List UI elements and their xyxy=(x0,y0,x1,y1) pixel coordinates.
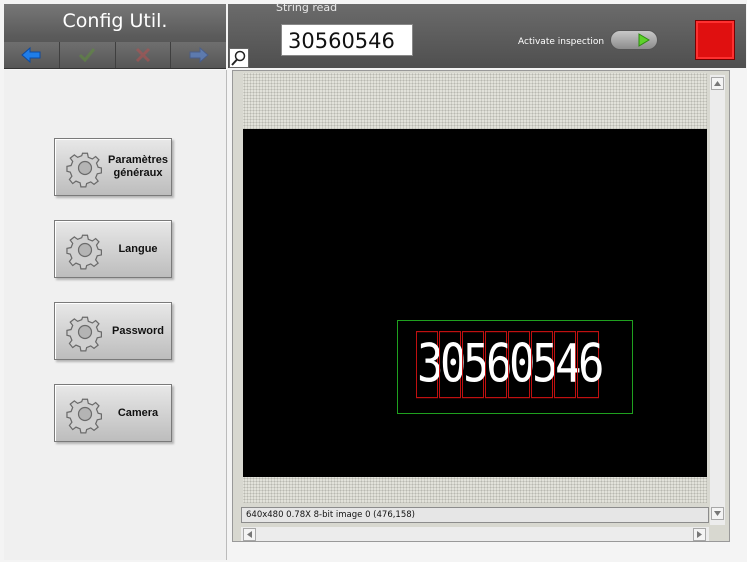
language-button[interactable]: Langue xyxy=(54,220,172,278)
arrow-right-icon xyxy=(697,531,702,538)
ocr-char: 5 xyxy=(462,331,490,399)
ocr-char: 3 xyxy=(416,331,444,399)
ocr-region-box[interactable]: 3 0 5 6 0 5 4 6 xyxy=(397,320,633,414)
back-button[interactable] xyxy=(4,42,60,68)
viewer-background-top xyxy=(243,73,707,129)
menu-label: Langue xyxy=(118,242,158,255)
status-indicator xyxy=(695,20,735,60)
magnifier-icon xyxy=(231,50,246,66)
menu-label: Paramètres généraux xyxy=(108,154,168,179)
gear-icon xyxy=(66,234,103,270)
ocr-char: 0 xyxy=(508,331,536,399)
arrow-down-icon xyxy=(714,511,721,516)
ocr-characters: 3 0 5 6 0 5 4 6 xyxy=(416,331,605,399)
forward-button[interactable] xyxy=(171,42,226,68)
scroll-left-button[interactable] xyxy=(243,528,256,541)
ocr-char: 6 xyxy=(577,331,605,399)
left-panel: Paramètres généraux Langue Password Came… xyxy=(4,70,227,560)
back-arrow-icon xyxy=(21,46,41,64)
close-x-icon xyxy=(135,47,150,63)
camera-image[interactable]: 3 0 5 6 0 5 4 6 xyxy=(243,129,707,477)
string-read-label: String read xyxy=(276,1,338,14)
arrow-left-icon xyxy=(247,531,252,538)
horizontal-scrollbar[interactable] xyxy=(241,527,709,541)
string-read-field: 30560546 xyxy=(281,24,413,56)
gear-icon xyxy=(66,152,103,188)
ocr-char: 4 xyxy=(554,331,582,399)
scroll-up-button[interactable] xyxy=(711,77,724,90)
confirm-button[interactable] xyxy=(59,42,116,68)
password-button[interactable]: Password xyxy=(54,302,172,360)
play-icon xyxy=(638,33,650,47)
gear-icon xyxy=(66,398,103,434)
general-settings-button[interactable]: Paramètres généraux xyxy=(54,138,172,196)
activate-inspection-toggle[interactable] xyxy=(610,30,658,50)
forward-arrow-icon xyxy=(189,46,209,64)
scroll-down-button[interactable] xyxy=(711,507,724,520)
ocr-char: 0 xyxy=(439,331,467,399)
ocr-char: 6 xyxy=(485,331,513,399)
vertical-scrollbar[interactable] xyxy=(710,75,725,525)
image-status-bar: 640x480 0.78X 8-bit image 0 (476,158) xyxy=(241,507,709,523)
ocr-char: 5 xyxy=(531,331,559,399)
activate-inspection-label: Activate inspection xyxy=(518,37,605,47)
zoom-button[interactable] xyxy=(229,48,249,68)
left-header: Config Util. xyxy=(4,4,226,69)
image-viewer[interactable]: 3 0 5 6 0 5 4 6 640x480 0.78X 8-bit imag… xyxy=(232,70,730,542)
top-bar: String read 30560546 Activate inspection xyxy=(228,1,746,68)
arrow-up-icon xyxy=(714,81,721,86)
app-title: Config Util. xyxy=(62,10,168,32)
scroll-right-button[interactable] xyxy=(693,528,706,541)
cancel-button[interactable] xyxy=(115,42,172,68)
menu-label: Camera xyxy=(117,406,159,419)
viewer-background-bottom xyxy=(243,477,707,503)
gear-icon xyxy=(66,316,103,352)
check-icon xyxy=(79,48,96,63)
menu-label: Password xyxy=(112,324,164,337)
camera-button[interactable]: Camera xyxy=(54,384,172,442)
nav-toolbar xyxy=(4,42,226,68)
